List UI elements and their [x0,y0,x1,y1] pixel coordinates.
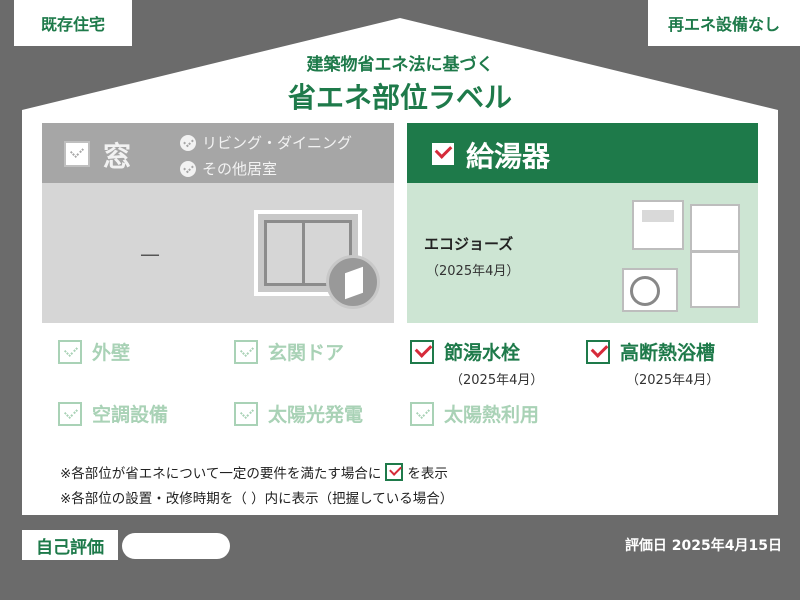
item-solar-power: 太陽光発電 [234,400,363,427]
unchecked-icon [58,339,82,364]
header-subtitle: 建築物省エネ法に基づく [306,55,494,75]
no-renewable-tag: 再エネ設備なし [648,0,800,46]
water-heater-panel-header [407,123,758,183]
window-label: 窓 [103,140,132,173]
item-insulated-bathtub: 高断熱浴槽 [586,338,715,365]
boiler-unit-icon [632,200,684,250]
water-heater-product: エコジョーズ [424,235,514,253]
item-exterior-wall: 外壁 [58,338,130,365]
unchecked-icon [58,401,82,426]
item-air-conditioning: 空調設備 [58,400,168,427]
item-label: 太陽熱利用 [444,404,540,426]
item-entrance-door: 玄関ドア [234,338,344,365]
unchecked-icon [234,401,258,426]
checked-icon [410,339,434,364]
note-text: ※各部位が省エネについて一定の要件を満たす場合に [60,466,382,482]
existing-house-tag: 既存住宅 [14,0,132,46]
room-label: その他居室 [202,160,278,178]
evaluator-name-field [122,533,230,559]
water-heater-label: 給湯器 [466,140,551,173]
item-label: 高断熱浴槽 [620,342,716,364]
window-checkbox-icon [64,141,90,167]
note-requirement: ※各部位が省エネについて一定の要件を満たす場合に を表示 [60,462,448,482]
evaluation-date: 評価日 2025年4月15日 [624,538,782,554]
unchecked-icon [234,339,258,364]
window-value: — [140,242,160,266]
tank-unit-icon [690,204,740,308]
item-label: 空調設備 [92,404,169,426]
checked-icon [385,463,404,481]
outdoor-unit-icon [622,268,678,312]
note-text: を表示 [407,466,448,482]
item-solar-thermal: 太陽熱利用 [410,400,539,427]
room-label: リビング・ダイニング [202,134,353,152]
water-heater-checkbox-icon [430,141,456,167]
room-check-icon [180,160,196,177]
self-evaluation-label: 自己評価 [22,530,118,560]
item-label: 玄関ドア [268,342,345,364]
room-living-dining: リビング・ダイニング [180,132,352,153]
glass-badge-icon [326,255,380,309]
item-date: （2025年4月） [450,373,544,388]
note-timing: ※各部位の設置・改修時期を（ ）内に表示（把握している場合） [60,491,454,507]
item-label: 節湯水栓 [444,342,521,364]
checked-icon [586,339,610,364]
item-label: 外壁 [92,342,131,364]
unchecked-icon [410,401,434,426]
item-water-saving-faucet: 節湯水栓 [410,338,520,365]
water-heater-date: （2025年4月） [426,264,520,279]
room-check-icon [180,134,196,151]
item-date: （2025年4月） [626,373,720,388]
header-title: 省エネ部位ラベル [287,81,512,114]
item-label: 太陽光発電 [268,404,364,426]
room-other: その他居室 [180,158,277,179]
